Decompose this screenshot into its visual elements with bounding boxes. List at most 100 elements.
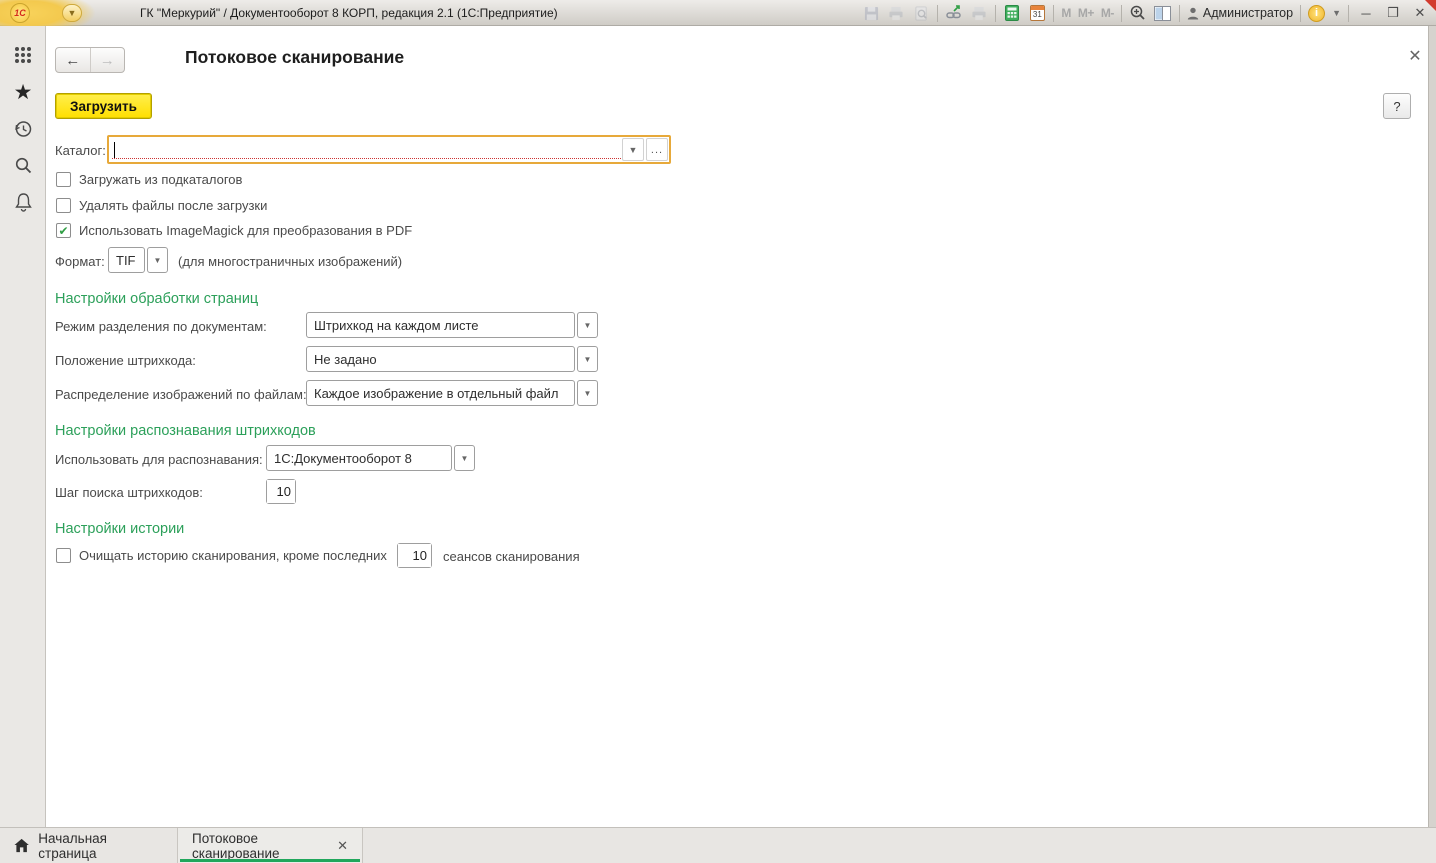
section-header-history: Настройки истории [55, 521, 185, 537]
toolbar-separator [995, 4, 997, 22]
tab-stream-scanning[interactable]: Потоковое сканирование ✕ [178, 828, 363, 863]
load-button[interactable]: Загрузить [55, 93, 152, 119]
save-icon[interactable] [862, 5, 880, 22]
image-distribution-combo: Каждое изображение в отдельный файл ▼ [306, 380, 598, 406]
barcode-step-input[interactable] [267, 480, 295, 503]
image-distribution-dropdown-button[interactable]: ▼ [577, 380, 598, 406]
tab-active-label: Потоковое сканирование [192, 830, 280, 861]
window-right-frame [1428, 26, 1436, 863]
history-sessions-input[interactable] [398, 544, 431, 567]
tab-home[interactable]: Начальная страница [0, 828, 178, 863]
home-icon [14, 838, 29, 853]
favorites-star-icon[interactable]: ★ [0, 80, 46, 105]
minimize-button[interactable]: ─ [1356, 6, 1376, 21]
checkbox[interactable]: ✔ [56, 223, 71, 238]
recognition-engine-combo: 1С:Документооборот 8 ▼ [266, 445, 475, 471]
1c-logo-icon: 1С [10, 3, 30, 23]
catalog-browse-button[interactable]: ... [646, 138, 668, 161]
close-form-icon[interactable]: ✕ [1406, 46, 1424, 66]
attach-link-icon[interactable] [945, 5, 963, 22]
image-distribution-value[interactable]: Каждое изображение в отдельный файл [306, 380, 575, 406]
window-titlebar: 1С ▼ ГК "Меркурий" / Документооборот 8 К… [0, 0, 1436, 26]
section-header-processing: Настройки обработки страниц [55, 291, 259, 307]
section-header-recognition: Настройки распознавания штрихкодов [55, 423, 316, 439]
open-windows-tabbar: Начальная страница Потоковое сканировани… [0, 827, 1436, 863]
help-button[interactable]: ? [1383, 93, 1411, 119]
history-icon[interactable] [0, 119, 46, 139]
memory-add-button[interactable]: M+ [1078, 6, 1095, 20]
catalog-dropdown-button[interactable]: ▼ [622, 138, 644, 161]
print-preview-icon[interactable] [912, 5, 930, 22]
maximize-button[interactable]: ❒ [1383, 5, 1403, 21]
search-icon[interactable] [0, 156, 46, 175]
main-menu-button[interactable]: ▼ [62, 4, 82, 22]
catalog-field-group: ▼ ... [107, 135, 671, 164]
checkbox[interactable] [56, 172, 71, 187]
toolbar-separator [1178, 4, 1180, 22]
barcode-step-label: Шаг поиска штрихкодов: [55, 485, 203, 500]
info-icon[interactable]: i [1308, 4, 1326, 22]
text-cursor [114, 142, 115, 158]
split-mode-label: Режим разделения по документам: [55, 319, 267, 334]
calendar-icon[interactable]: 31 [1028, 5, 1046, 22]
memory-recall-button[interactable]: M [1061, 6, 1071, 20]
format-dropdown-button[interactable]: ▼ [147, 247, 168, 273]
toolbar-separator [1053, 4, 1055, 22]
checkbox-row[interactable]: ✔ Использовать ImageMagick для преобразо… [56, 223, 412, 238]
back-button[interactable]: ← [56, 48, 91, 72]
calendar-day-label: 31 [1032, 10, 1042, 19]
checkbox-label: Загружать из подкаталогов [79, 172, 243, 187]
history-sessions-field[interactable] [397, 543, 432, 568]
current-user[interactable]: Администратор [1187, 6, 1293, 20]
checkbox-row[interactable]: Загружать из подкаталогов [56, 172, 242, 187]
barcode-position-value[interactable]: Не задано [306, 346, 575, 372]
corner-marker [1425, 0, 1436, 11]
nav-history-buttons: ← → [55, 47, 125, 73]
barcode-position-dropdown-button[interactable]: ▼ [577, 346, 598, 372]
main-content: ← → Потоковое сканирование ✕ Загрузить ?… [46, 26, 1428, 827]
checkbox-label: Использовать ImageMagick для преобразова… [79, 223, 413, 238]
toolbar-separator [1120, 4, 1122, 22]
catalog-input[interactable] [112, 140, 621, 159]
format-label: Формат: [55, 254, 105, 269]
recognition-engine-label: Использовать для распознавания: [55, 452, 263, 467]
recognition-engine-dropdown-button[interactable]: ▼ [454, 445, 475, 471]
menu-grid-icon[interactable] [0, 46, 46, 64]
format-value[interactable]: TIF [108, 247, 145, 273]
split-view-icon[interactable] [1154, 5, 1172, 22]
print-icon[interactable] [887, 5, 905, 22]
calculator-icon[interactable] [1003, 5, 1021, 22]
checkbox-row[interactable]: Удалять файлы после загрузки [56, 198, 267, 213]
catalog-label: Каталог: [55, 143, 106, 158]
image-distribution-label: Распределение изображений по файлам: [55, 387, 307, 402]
print-current-icon[interactable] [970, 5, 988, 22]
checkbox[interactable] [56, 198, 71, 213]
split-mode-dropdown-button[interactable]: ▼ [577, 312, 598, 338]
zoom-icon[interactable] [1129, 5, 1147, 22]
format-note: (для многостраничных изображений) [178, 254, 403, 269]
toolbar-separator [1300, 4, 1302, 22]
clear-history-row[interactable]: Очищать историю сканирования, кроме посл… [56, 548, 387, 563]
format-combo: TIF ▼ [108, 247, 168, 273]
catalog-input-text[interactable] [112, 140, 621, 158]
toolbar-separator [937, 4, 939, 22]
split-mode-combo: Штрихкод на каждом листе ▼ [306, 312, 598, 338]
clear-history-label: Очищать историю сканирования, кроме посл… [79, 548, 387, 563]
memory-subtract-button[interactable]: M- [1101, 6, 1115, 20]
chevron-down-icon[interactable]: ▼ [1332, 8, 1341, 18]
barcode-position-combo: Не задано ▼ [306, 346, 598, 372]
checkbox[interactable] [56, 548, 71, 563]
recognition-engine-value[interactable]: 1С:Документооборот 8 [266, 445, 452, 471]
tab-close-icon[interactable]: ✕ [337, 838, 348, 854]
checkbox-label: Удалять файлы после загрузки [79, 198, 268, 213]
tab-home-label: Начальная страница [38, 830, 107, 861]
barcode-step-field[interactable] [266, 479, 296, 504]
split-mode-value[interactable]: Штрихкод на каждом листе [306, 312, 575, 338]
clear-history-suffix: сеансов сканирования [443, 549, 580, 564]
user-icon [1187, 7, 1199, 19]
tool-sidebar: ★ [0, 26, 46, 827]
forward-button[interactable]: → [91, 48, 125, 72]
window-title: ГК "Меркурий" / Документооборот 8 КОРП, … [140, 6, 558, 20]
barcode-position-label: Положение штрихкода: [55, 353, 196, 368]
notifications-bell-icon[interactable] [0, 192, 46, 212]
